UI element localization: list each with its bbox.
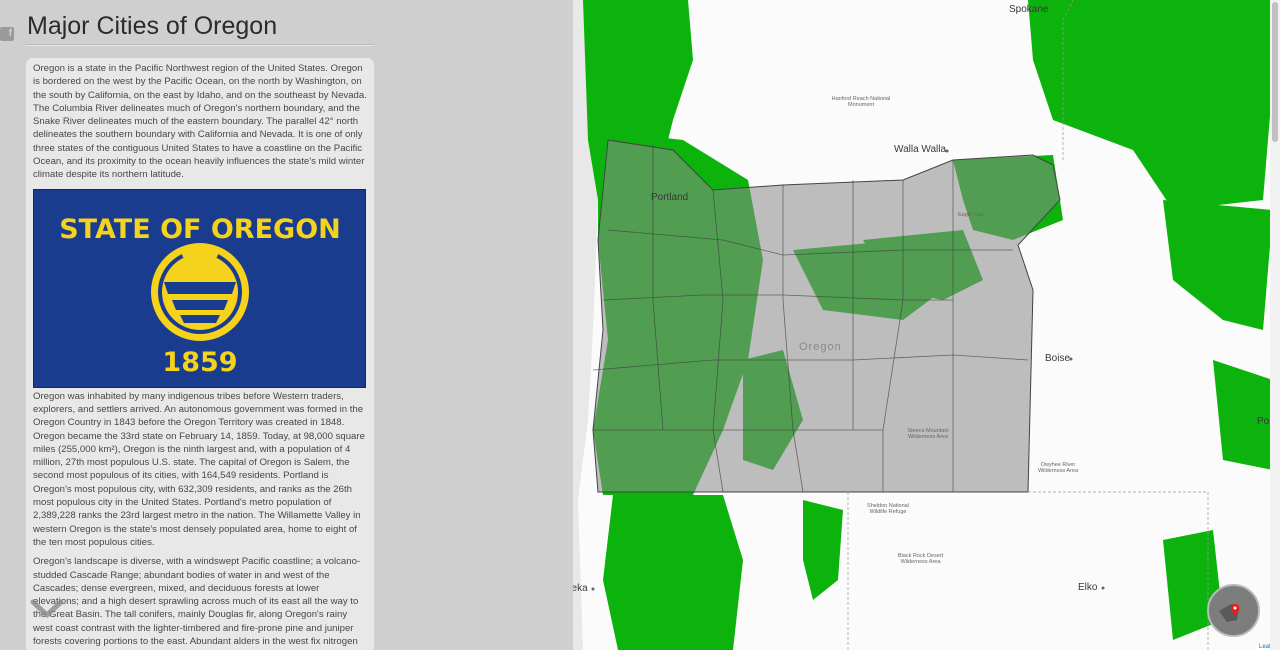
- label-sheldon: Sheldon National Wildlife Refuge: [867, 503, 909, 515]
- facebook-icon[interactable]: f: [0, 27, 14, 41]
- chevron-down-icon[interactable]: [30, 598, 64, 625]
- label-oregon: Oregon: [799, 341, 842, 353]
- map-view[interactable]: Spokane Hanford Reach National Monument …: [573, 0, 1280, 650]
- label-eureka: Eureka: [573, 583, 588, 594]
- page-title: Major Cities of Oregon: [27, 12, 278, 40]
- label-black-rock: Black Rock Desert Wilderness Area: [897, 553, 944, 565]
- sidebar: Major Cities of Oregon Oregon is a state…: [26, 0, 374, 650]
- label-portland: Portland: [651, 192, 689, 203]
- label-spokane: Spokane: [1009, 4, 1049, 15]
- intro-paragraph: Oregon is a state in the Pacific Northwe…: [33, 63, 367, 181]
- label-eagle-cap: Eagle Cap: [958, 212, 984, 218]
- label-steens: Steens Mountain Wilderness Area: [907, 428, 949, 440]
- label-boise: Boise: [1045, 353, 1071, 364]
- label-walla-walla: Walla Walla: [894, 144, 947, 155]
- minimap[interactable]: [1207, 584, 1260, 637]
- label-po: Po: [1257, 416, 1270, 427]
- state-seal-icon: [151, 242, 249, 341]
- label-owyhee: Owyhee River Wilderness Area: [1037, 462, 1079, 474]
- flag-year: 1859: [162, 347, 237, 378]
- map-scrollbar[interactable]: [1270, 0, 1280, 650]
- history-paragraph: Oregon was inhabited by many indigenous …: [33, 390, 365, 548]
- title-divider: [26, 44, 373, 46]
- landscape-paragraph: Oregon's landscape is diverse, with a wi…: [33, 556, 361, 650]
- oregon-flag-image: STATE OF OREGON 1859: [33, 188, 366, 388]
- scrollbar-thumb[interactable]: [1272, 2, 1278, 142]
- label-hanford: Hanford Reach National Monument: [831, 96, 891, 108]
- label-elko: Elko: [1078, 582, 1098, 593]
- description-panel[interactable]: Oregon is a state in the Pacific Northwe…: [26, 58, 374, 650]
- flag-top-text: STATE OF OREGON: [59, 214, 341, 245]
